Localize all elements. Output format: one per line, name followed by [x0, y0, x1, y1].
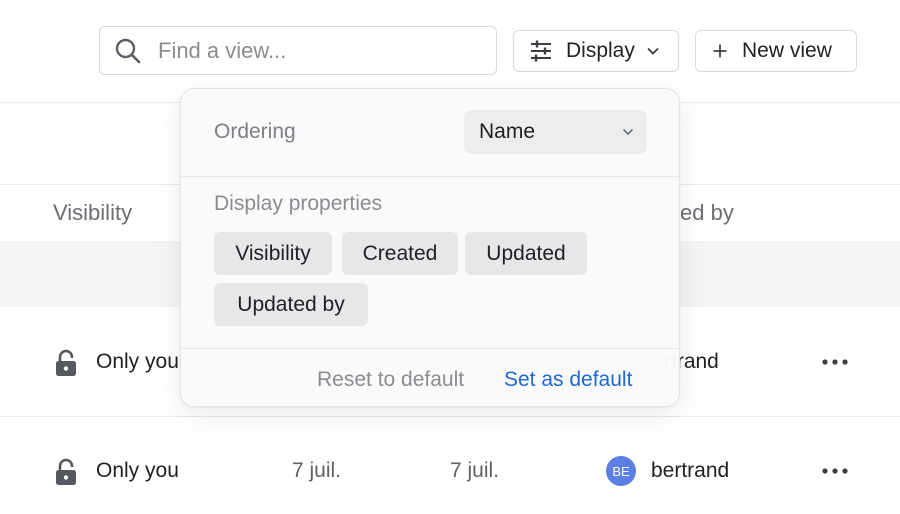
display-button-label: Display — [566, 39, 635, 62]
popover-footer-divider — [181, 348, 679, 349]
row-created: 7 juil. — [292, 459, 342, 482]
table-row[interactable]: Only you 7 juil. 7 juil. BE bertrand — [0, 441, 900, 501]
row-updated: 7 juil. — [450, 459, 500, 482]
ordering-select-value: Name — [479, 120, 536, 143]
column-header-visibility[interactable]: Visibility — [53, 200, 132, 226]
row-divider — [0, 416, 900, 417]
row-updated-by: bertrand — [651, 459, 730, 482]
chip-visibility[interactable]: Visibility — [214, 232, 332, 275]
more-icon[interactable] — [820, 352, 850, 372]
plus-icon — [713, 44, 727, 58]
lock-icon — [56, 349, 76, 376]
lock-icon — [56, 458, 76, 485]
sliders-icon — [531, 40, 551, 62]
search-icon — [115, 38, 141, 63]
chevron-down-icon — [647, 47, 659, 55]
chip-updated[interactable]: Updated — [465, 232, 587, 275]
search-box[interactable] — [99, 26, 497, 75]
more-icon[interactable] — [820, 461, 850, 481]
display-popover: Ordering Name Display properties Visibil… — [180, 88, 680, 407]
ordering-select[interactable]: Name — [464, 110, 647, 154]
row-visibility: Only you — [96, 350, 179, 373]
display-button[interactable]: Display — [513, 30, 679, 72]
set-as-default-button[interactable]: Set as default — [504, 368, 632, 392]
search-input[interactable] — [158, 37, 458, 64]
reset-to-default-button[interactable]: Reset to default — [317, 368, 464, 392]
popover-divider — [181, 176, 679, 177]
new-view-button[interactable]: New view — [695, 30, 857, 72]
chip-updated-by[interactable]: Updated by — [214, 283, 368, 326]
column-header-updated-by[interactable]: ed by — [680, 200, 734, 226]
new-view-button-label: New view — [742, 39, 832, 62]
chevron-down-icon — [622, 128, 634, 136]
display-properties-label: Display properties — [214, 192, 383, 215]
row-visibility: Only you — [96, 459, 179, 482]
avatar: BE — [606, 456, 636, 486]
ordering-label: Ordering — [214, 120, 296, 143]
chip-created[interactable]: Created — [342, 232, 458, 275]
